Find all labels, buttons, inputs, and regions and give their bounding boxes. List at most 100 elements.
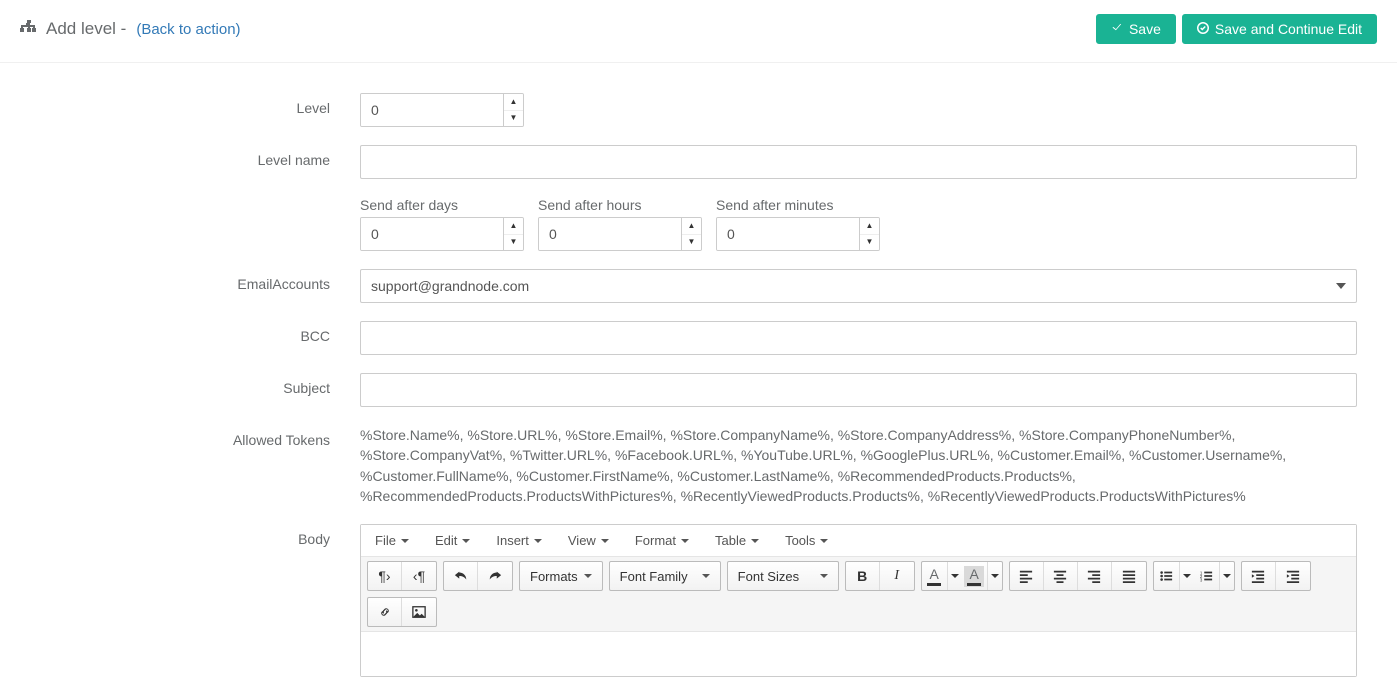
sitemap-icon xyxy=(20,19,36,40)
group-fontsizes: Font Sizes xyxy=(727,561,839,591)
caret-icon xyxy=(584,574,592,578)
label-email-accounts: EmailAccounts xyxy=(20,269,360,292)
italic-icon: I xyxy=(894,568,899,584)
bg-color-button[interactable]: A xyxy=(962,562,1002,590)
group-insert xyxy=(367,597,437,627)
menu-insert[interactable]: Insert xyxy=(496,533,542,548)
bold-button[interactable]: B xyxy=(846,562,880,590)
send-after-days-input[interactable] xyxy=(361,218,503,250)
rtl-button[interactable]: ‹¶ xyxy=(402,562,436,590)
group-colors: A A xyxy=(921,561,1003,591)
save-button-label: Save xyxy=(1129,21,1161,37)
menu-edit[interactable]: Edit xyxy=(435,533,470,548)
numbered-list-caret[interactable] xyxy=(1220,562,1234,590)
menu-insert-label: Insert xyxy=(496,533,529,548)
send-after-hours-input[interactable] xyxy=(539,218,681,250)
level-name-input[interactable] xyxy=(360,145,1357,179)
check-circle-icon xyxy=(1197,21,1209,37)
send-after-minutes-input[interactable] xyxy=(717,218,859,250)
link-button[interactable] xyxy=(368,598,402,626)
formats-dropdown[interactable]: Formats xyxy=(520,562,602,590)
indent-button[interactable] xyxy=(1276,562,1310,590)
menu-format[interactable]: Format xyxy=(635,533,689,548)
group-lists: 123 xyxy=(1153,561,1235,591)
font-family-dropdown[interactable]: Font Family xyxy=(610,562,720,590)
label-level-name: Level name xyxy=(20,145,360,168)
row-allowed-tokens: Allowed Tokens %Store.Name%, %Store.URL%… xyxy=(20,425,1377,506)
menu-edit-label: Edit xyxy=(435,533,457,548)
group-history xyxy=(443,561,513,591)
outdent-button[interactable] xyxy=(1242,562,1276,590)
minutes-spin-down[interactable]: ▼ xyxy=(860,235,879,251)
bold-icon: B xyxy=(857,568,867,584)
label-level: Level xyxy=(20,93,360,116)
email-accounts-select[interactable]: support@grandnode.com xyxy=(360,269,1357,303)
form-area: Level ▲ ▼ Level name Send after days xyxy=(0,63,1397,677)
redo-icon xyxy=(488,569,502,583)
bullet-list-caret[interactable] xyxy=(1180,562,1194,590)
group-indent xyxy=(1241,561,1311,591)
level-input[interactable] xyxy=(361,94,503,126)
level-spin-down[interactable]: ▼ xyxy=(504,111,523,127)
subject-input[interactable] xyxy=(360,373,1357,407)
back-to-action-link[interactable]: (Back to action) xyxy=(136,21,240,38)
bg-color-caret[interactable] xyxy=(988,562,1002,590)
caret-icon xyxy=(1183,574,1191,578)
page-header-left: Add level - (Back to action) xyxy=(20,19,241,40)
editor-content-area[interactable] xyxy=(361,632,1356,676)
text-color-button[interactable]: A xyxy=(922,562,962,590)
ltr-button[interactable]: ¶‎› xyxy=(368,562,402,590)
field-bcc xyxy=(360,321,1377,355)
italic-button[interactable]: I xyxy=(880,562,914,590)
level-spin-up[interactable]: ▲ xyxy=(504,94,523,111)
bg-color-icon: A xyxy=(962,562,988,590)
bullet-list-button[interactable] xyxy=(1154,562,1194,590)
label-bcc: BCC xyxy=(20,321,360,344)
send-after-minutes-buttons: ▲ ▼ xyxy=(859,218,879,250)
menu-view-label: View xyxy=(568,533,596,548)
menu-file[interactable]: File xyxy=(375,533,409,548)
field-subject xyxy=(360,373,1377,407)
send-after-group: Send after days ▲ ▼ Send after hours xyxy=(360,197,1357,251)
align-justify-button[interactable] xyxy=(1112,562,1146,590)
bcc-input[interactable] xyxy=(360,321,1357,355)
caret-icon xyxy=(991,574,999,578)
hours-spin-up[interactable]: ▲ xyxy=(682,218,701,235)
numbered-list-button[interactable]: 123 xyxy=(1194,562,1234,590)
caret-icon xyxy=(1223,574,1231,578)
hours-spin-down[interactable]: ▼ xyxy=(682,235,701,251)
days-spin-up[interactable]: ▲ xyxy=(504,218,523,235)
menu-tools-label: Tools xyxy=(785,533,815,548)
check-icon xyxy=(1111,21,1123,37)
minutes-spin-up[interactable]: ▲ xyxy=(860,218,879,235)
text-color-caret[interactable] xyxy=(948,562,962,590)
menu-format-label: Format xyxy=(635,533,676,548)
days-spin-down[interactable]: ▼ xyxy=(504,235,523,251)
allowed-tokens-text: %Store.Name%, %Store.URL%, %Store.Email%… xyxy=(360,425,1357,506)
redo-button[interactable] xyxy=(478,562,512,590)
field-level-name xyxy=(360,145,1377,179)
caret-icon xyxy=(462,539,470,543)
align-left-button[interactable] xyxy=(1010,562,1044,590)
align-justify-icon xyxy=(1122,569,1136,583)
send-after-days-buttons: ▲ ▼ xyxy=(503,218,523,250)
save-continue-button[interactable]: Save and Continue Edit xyxy=(1182,14,1377,44)
row-level-name: Level name xyxy=(20,145,1377,179)
undo-button[interactable] xyxy=(444,562,478,590)
toolbar-row-2 xyxy=(367,597,1350,627)
menu-file-label: File xyxy=(375,533,396,548)
align-right-button[interactable] xyxy=(1078,562,1112,590)
label-send-after-hours: Send after hours xyxy=(538,197,702,213)
menu-tools[interactable]: Tools xyxy=(785,533,828,548)
field-level: ▲ ▼ xyxy=(360,93,1377,127)
font-sizes-dropdown[interactable]: Font Sizes xyxy=(728,562,838,590)
font-family-label: Font Family xyxy=(620,569,688,584)
menu-table[interactable]: Table xyxy=(715,533,759,548)
label-body: Body xyxy=(20,524,360,547)
outdent-icon xyxy=(1251,569,1265,583)
save-button[interactable]: Save xyxy=(1096,14,1176,44)
align-center-button[interactable] xyxy=(1044,562,1078,590)
menu-view[interactable]: View xyxy=(568,533,609,548)
formats-label: Formats xyxy=(530,569,578,584)
image-button[interactable] xyxy=(402,598,436,626)
